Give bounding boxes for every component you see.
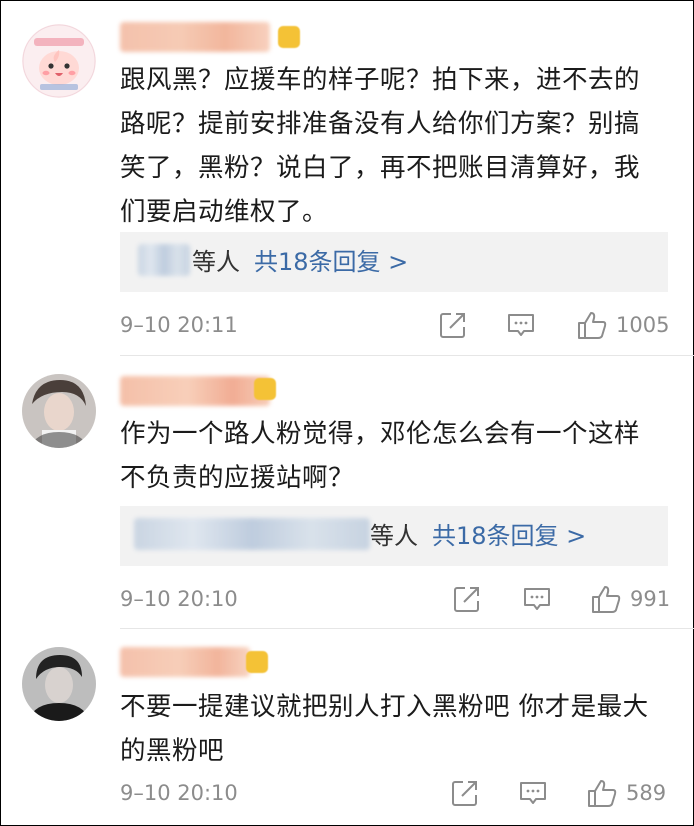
comment-text: 作为一个路人粉觉得，邓伦怎么会有一个这样不负责的应援站啊？ — [120, 419, 641, 493]
reply-total-link[interactable]: 共18条回复 > — [432, 522, 586, 550]
comment-text: 跟风黑？应援车的样子呢？拍下来，进不去的路呢？提前安排准备没有人给你们方案？别搞… — [120, 65, 641, 227]
timestamp: 9–10 20:11 — [120, 313, 238, 337]
reply-suffix: 等人 — [192, 248, 240, 276]
vip-badge-icon — [246, 651, 268, 673]
like-count: 991 — [630, 587, 671, 611]
share-icon[interactable] — [452, 584, 482, 614]
comment-meta: 9–10 20:10 589 — [120, 778, 694, 808]
share-icon[interactable] — [450, 778, 480, 808]
like-icon[interactable] — [586, 778, 618, 808]
comment-meta: 9–10 20:10 991 — [120, 584, 694, 614]
reply-preview[interactable]: 等人 共18条回复 > — [120, 232, 668, 292]
username-redacted[interactable] — [120, 22, 270, 52]
like-count: 1005 — [616, 313, 670, 337]
comment-text: 不要一提建议就把别人打入黑粉吧 你才是最大的黑粉吧 — [120, 692, 649, 766]
vip-badge-icon — [278, 26, 300, 48]
like-count: 589 — [626, 781, 667, 805]
reply-suffix: 等人 — [370, 522, 418, 550]
like-icon[interactable] — [590, 584, 622, 614]
reply-preview[interactable]: 等人 共18条回复 > — [120, 506, 668, 566]
comment-item: 跟风黑？应援车的样子呢？拍下来，进不去的路呢？提前安排准备没有人给你们方案？别搞… — [0, 0, 694, 356]
comment-icon[interactable] — [518, 778, 548, 808]
like-icon[interactable] — [576, 310, 608, 340]
reply-names-redacted — [138, 244, 190, 276]
avatar[interactable] — [22, 374, 96, 448]
comment-meta: 9–10 20:11 1005 — [120, 310, 694, 340]
timestamp: 9–10 20:10 — [120, 781, 238, 805]
username-redacted[interactable] — [120, 376, 270, 406]
reply-summary[interactable]: 等人 共18条回复 > — [370, 506, 586, 566]
person-photo-avatar — [22, 647, 96, 721]
vip-badge-icon — [254, 378, 276, 400]
comment-icon[interactable] — [522, 584, 552, 614]
timestamp: 9–10 20:10 — [120, 587, 238, 611]
comment-item: 不要一提建议就把别人打入黑粉吧 你才是最大的黑粉吧 9–10 20:10 589 — [0, 629, 694, 826]
username-redacted[interactable] — [120, 647, 250, 677]
peach-mascot-avatar — [22, 24, 96, 98]
reply-names-redacted — [134, 518, 370, 550]
share-icon[interactable] — [438, 310, 468, 340]
avatar[interactable] — [22, 647, 96, 721]
comment-icon[interactable] — [506, 310, 536, 340]
person-photo-avatar — [22, 374, 96, 448]
comment-item: 作为一个路人粉觉得，邓伦怎么会有一个这样不负责的应援站啊？ 等人 共18条回复 >… — [0, 356, 694, 629]
avatar[interactable] — [22, 24, 96, 98]
reply-total-link[interactable]: 共18条回复 > — [254, 248, 408, 276]
reply-summary[interactable]: 等人 共18条回复 > — [192, 232, 408, 292]
